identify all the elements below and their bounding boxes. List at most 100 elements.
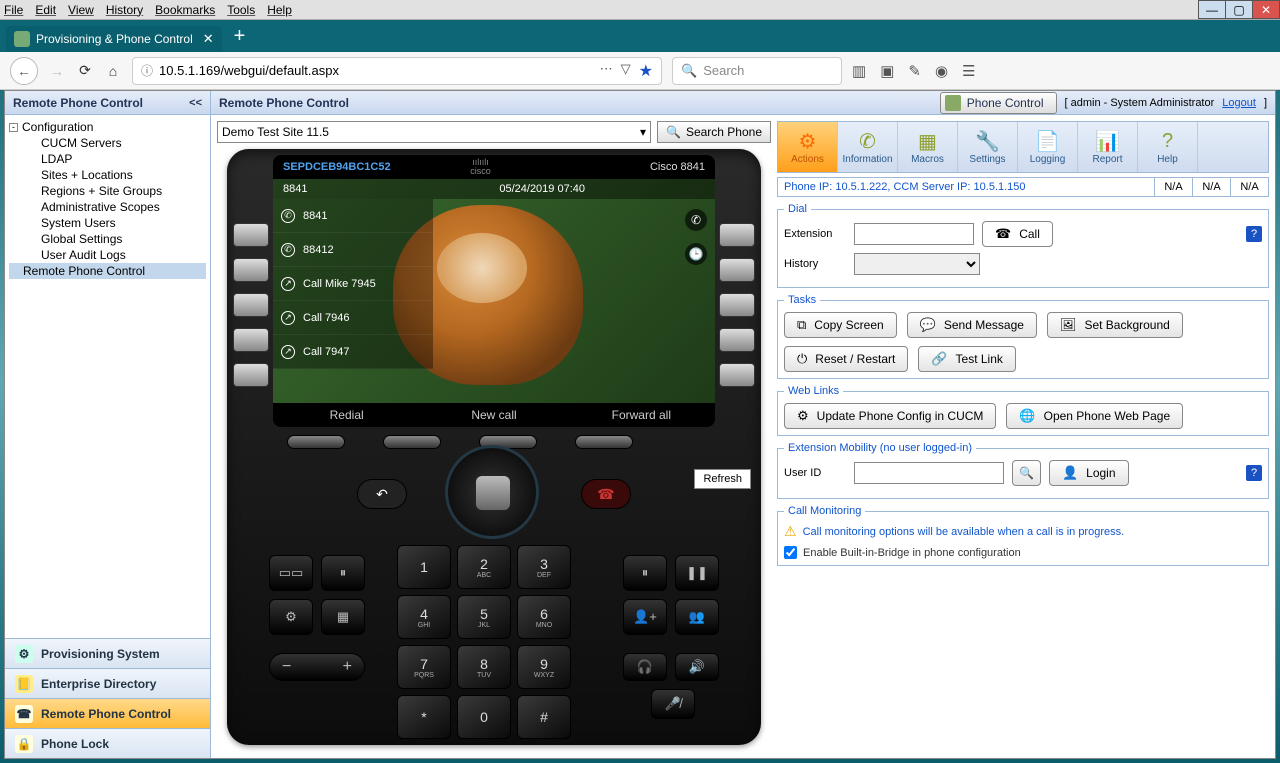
menu-help[interactable]: Help: [267, 3, 292, 17]
menu-bookmarks[interactable]: Bookmarks: [155, 3, 215, 17]
phone-line[interactable]: ↗Call 7946: [273, 301, 433, 335]
menu-file[interactable]: File: [4, 3, 23, 17]
ribbon-logging[interactable]: 📄Logging: [1018, 122, 1078, 172]
url-bar[interactable]: ⓘ ⋯ ▽ ★: [132, 57, 662, 85]
hamburger-menu-icon[interactable]: ☰: [962, 62, 975, 80]
dialpad-key-8[interactable]: 8TUV: [457, 645, 511, 689]
tree-item[interactable]: Global Settings: [9, 231, 206, 247]
line-key[interactable]: [719, 328, 755, 352]
forward-button[interactable]: →: [48, 62, 66, 80]
speaker-key[interactable]: 🔊: [675, 653, 719, 681]
call-button[interactable]: ☎Call: [982, 221, 1053, 247]
line-key[interactable]: [719, 363, 755, 387]
window-minimize[interactable]: —: [1198, 0, 1226, 19]
dialpad-key-5[interactable]: 5JKL: [457, 595, 511, 639]
search-phone-button[interactable]: 🔍 Search Phone: [657, 121, 771, 143]
open-web-button[interactable]: 🌐Open Phone Web Page: [1006, 403, 1183, 429]
ribbon-information[interactable]: ✆Information: [838, 122, 898, 172]
dialpad-key-0[interactable]: 0: [457, 695, 511, 739]
line-key[interactable]: [719, 223, 755, 247]
transfer-key[interactable]: ⏸: [623, 555, 667, 591]
softkey-button[interactable]: [287, 435, 345, 449]
tree-item[interactable]: LDAP: [9, 151, 206, 167]
ribbon-report[interactable]: 📊Report: [1078, 122, 1138, 172]
userid-search-button[interactable]: 🔍: [1012, 460, 1041, 486]
tree-item[interactable]: Administrative Scopes: [9, 199, 206, 215]
ribbon-actions[interactable]: ⚙Actions: [778, 122, 838, 172]
window-maximize[interactable]: ▢: [1225, 0, 1253, 19]
enable-bib-checkbox[interactable]: [784, 546, 797, 559]
send-message-button[interactable]: 💬Send Message: [907, 312, 1037, 338]
softkey-button[interactable]: [383, 435, 441, 449]
phone-line[interactable]: ✆88412: [273, 233, 433, 267]
line-key[interactable]: [233, 258, 269, 282]
menu-history[interactable]: History: [106, 3, 143, 17]
ribbon-macros[interactable]: ▦Macros: [898, 122, 958, 172]
nav-section-directory[interactable]: 📒Enterprise Directory: [5, 668, 210, 698]
nav-cluster[interactable]: [445, 445, 539, 539]
account-icon[interactable]: ◉: [935, 62, 948, 80]
headset-key[interactable]: 🎧: [623, 653, 667, 681]
userid-input[interactable]: [854, 462, 1004, 484]
dialpad-key-1[interactable]: 1: [397, 545, 451, 589]
help-icon[interactable]: ?: [1246, 465, 1262, 481]
refresh-button[interactable]: Refresh: [694, 469, 751, 489]
back-button[interactable]: ←: [10, 57, 38, 85]
home-button[interactable]: ⌂: [104, 62, 122, 80]
tree-collapse-icon[interactable]: -: [9, 123, 18, 132]
browser-tab[interactable]: Provisioning & Phone Control ✕: [6, 26, 222, 52]
new-tab-button[interactable]: +: [234, 25, 246, 48]
more-icon[interactable]: ⋯: [600, 61, 613, 81]
voicemail-key[interactable]: ▭▭: [269, 555, 313, 591]
update-config-button[interactable]: ⚙Update Phone Config in CUCM: [784, 403, 996, 429]
window-close[interactable]: ✕: [1252, 0, 1280, 19]
line-key[interactable]: [233, 223, 269, 247]
url-input[interactable]: [159, 63, 594, 78]
sidebar-toggle-icon[interactable]: ▣: [880, 62, 894, 80]
dialpad-key-6[interactable]: 6MNO: [517, 595, 571, 639]
site-info-icon[interactable]: ⓘ: [141, 62, 153, 79]
ribbon-settings[interactable]: 🔧Settings: [958, 122, 1018, 172]
help-icon[interactable]: ?: [1246, 226, 1262, 242]
tree-item[interactable]: Regions + Site Groups: [9, 183, 206, 199]
softkey-redial[interactable]: Redial: [273, 403, 420, 427]
library-icon[interactable]: ▥: [852, 62, 866, 80]
extension-input[interactable]: [854, 223, 974, 245]
menu-tools[interactable]: Tools: [227, 3, 255, 17]
conference-key[interactable]: 👤+: [623, 599, 667, 635]
volume-rocker[interactable]: −+: [269, 653, 365, 681]
menu-edit[interactable]: Edit: [35, 3, 56, 17]
site-select[interactable]: Demo Test Site 11.5 ▾: [217, 121, 651, 143]
nav-section-phone-lock[interactable]: 🔒Phone Lock: [5, 728, 210, 758]
phone-line[interactable]: ✆8841: [273, 199, 433, 233]
contacts-key[interactable]: 👥: [675, 599, 719, 635]
dialpad-key-star[interactable]: *: [397, 695, 451, 739]
menu-view[interactable]: View: [68, 3, 94, 17]
tree-item[interactable]: CUCM Servers: [9, 135, 206, 151]
pocket-icon[interactable]: ▽: [621, 61, 631, 81]
pause-key[interactable]: ❚❚: [675, 555, 719, 591]
nav-section-provisioning[interactable]: ⚙Provisioning System: [5, 638, 210, 668]
login-button[interactable]: 👤Login: [1049, 460, 1129, 486]
history-select[interactable]: [854, 253, 980, 275]
phone-end-call-button[interactable]: ☎: [581, 479, 631, 509]
tree-item-selected[interactable]: Remote Phone Control: [9, 263, 206, 279]
softkey-forward[interactable]: Forward all: [568, 403, 715, 427]
mute-key[interactable]: 🎤̸: [651, 689, 695, 719]
line-key[interactable]: [719, 258, 755, 282]
phone-line[interactable]: ↗Call Mike 7945: [273, 267, 433, 301]
line-key[interactable]: [233, 328, 269, 352]
copy-screen-button[interactable]: ⧉Copy Screen: [784, 312, 897, 338]
set-background-button[interactable]: 🖼Set Background: [1047, 312, 1183, 338]
dialpad-key-7[interactable]: 7PQRS: [397, 645, 451, 689]
phone-control-button[interactable]: Phone Control: [940, 92, 1057, 114]
phone-line[interactable]: ↗Call 7947: [273, 335, 433, 369]
reset-restart-button[interactable]: ⏻Reset / Restart: [784, 346, 908, 372]
nav-section-remote-phone[interactable]: ☎Remote Phone Control: [5, 698, 210, 728]
dialpad-key-9[interactable]: 9WXYZ: [517, 645, 571, 689]
reload-button[interactable]: ⟳: [76, 62, 94, 80]
tree-item[interactable]: Sites + Locations: [9, 167, 206, 183]
tab-close-icon[interactable]: ✕: [203, 31, 214, 47]
softkey-button[interactable]: [575, 435, 633, 449]
sidebar-collapse-icon[interactable]: <<: [189, 97, 202, 109]
